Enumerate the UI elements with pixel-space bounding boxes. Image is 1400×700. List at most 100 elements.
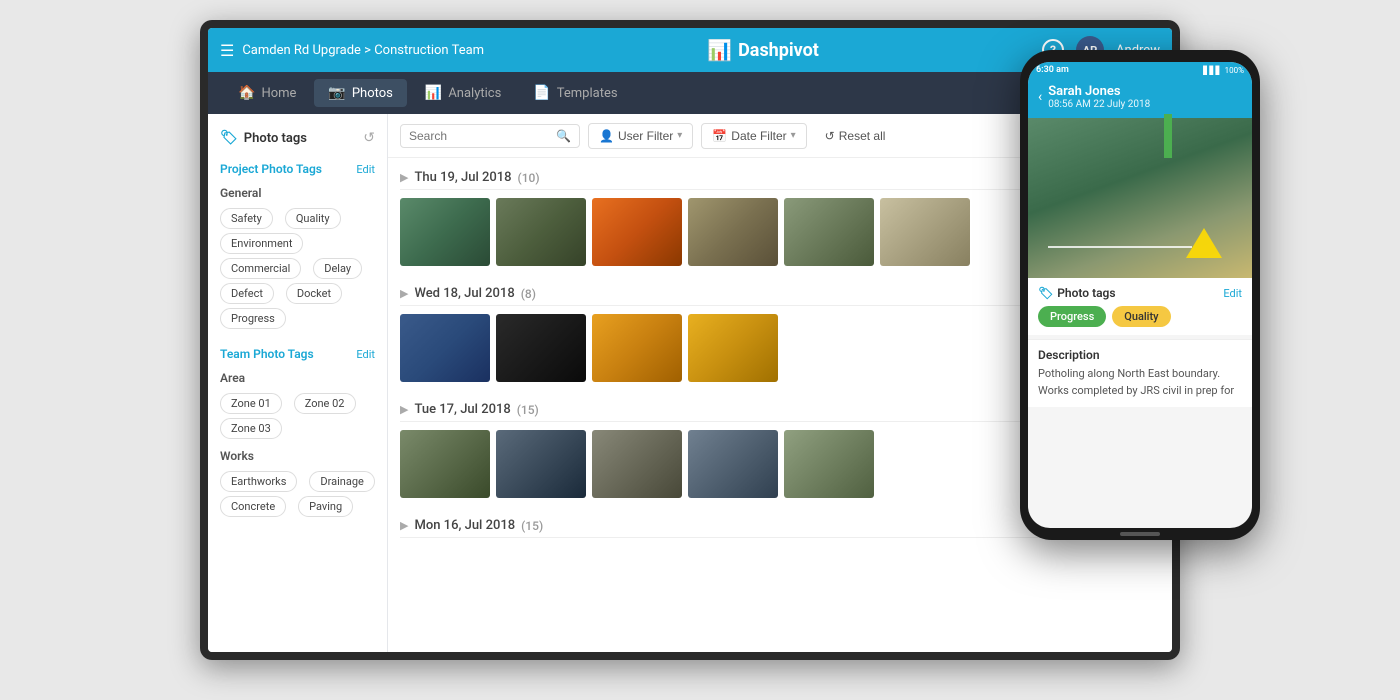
general-tags: Safety Quality Environment Commercial De… — [208, 204, 387, 333]
phone-tags-edit[interactable]: Edit — [1223, 287, 1242, 300]
wifi-icon: ▋▋▋ — [1203, 66, 1221, 75]
tag-earthworks[interactable]: Earthworks — [220, 471, 297, 492]
date-count-1: (10) — [518, 171, 540, 185]
green-accent-bar — [1164, 114, 1172, 158]
expand-icon-3[interactable]: ▶ — [400, 403, 408, 416]
photo-thumb[interactable] — [400, 430, 490, 498]
phone-time: 6:30 am — [1036, 65, 1069, 75]
expand-icon-2[interactable]: ▶ — [400, 287, 408, 300]
photo-thumb[interactable] — [592, 430, 682, 498]
project-tags-edit[interactable]: Edit — [356, 163, 375, 176]
back-icon[interactable]: ‹ — [1038, 89, 1042, 105]
chevron-down-icon-2: ▾ — [791, 130, 796, 141]
date-text-3: Tue 17, Jul 2018 — [414, 402, 510, 417]
phone-header: ‹ Sarah Jones 08:56 AM 22 July 2018 — [1028, 78, 1252, 118]
nav-item-templates[interactable]: 📄 Templates — [519, 79, 631, 107]
photo-thumb[interactable] — [688, 314, 778, 382]
tag-zone02[interactable]: Zone 02 — [294, 393, 356, 414]
search-icon: 🔍 — [556, 129, 571, 143]
team-tags-section: Team Photo Tags Edit — [208, 343, 387, 365]
photo-thumb[interactable] — [400, 314, 490, 382]
phone-status-bar: 6:30 am ▋▋▋ 100% — [1028, 62, 1252, 78]
tag-paving[interactable]: Paving — [298, 496, 353, 517]
phone-device: 6:30 am ▋▋▋ 100% ‹ Sarah Jones 08:56 AM … — [1020, 50, 1260, 540]
nav-item-home-label: Home — [261, 86, 296, 101]
chevron-down-icon: ▾ — [677, 130, 682, 141]
photo-thumb[interactable] — [592, 198, 682, 266]
area-tags: Zone 01 Zone 02 Zone 03 — [208, 389, 387, 443]
phone-tag-pills: Progress Quality — [1038, 306, 1242, 327]
nav-item-home[interactable]: 🏠 Home — [224, 79, 310, 107]
reset-icon: ↺ — [825, 129, 835, 143]
app-name: Dashpivot — [738, 40, 819, 61]
project-tags-section: Project Photo Tags Edit — [208, 158, 387, 180]
reset-button[interactable]: ↺ Reset all — [815, 124, 896, 148]
photo-thumb[interactable] — [784, 198, 874, 266]
phone-user-info: Sarah Jones 08:56 AM 22 July 2018 — [1048, 84, 1242, 110]
tag-quality[interactable]: Quality — [285, 208, 341, 229]
photo-thumb[interactable] — [880, 198, 970, 266]
photo-thumb[interactable] — [688, 430, 778, 498]
tag-pill-progress[interactable]: Progress — [1038, 306, 1106, 327]
tag-progress[interactable]: Progress — [220, 308, 286, 329]
phone-screen: 6:30 am ▋▋▋ 100% ‹ Sarah Jones 08:56 AM … — [1028, 62, 1252, 528]
team-tags-label: Team Photo Tags — [220, 347, 314, 361]
user-filter-button[interactable]: 👤 User Filter ▾ — [588, 123, 693, 149]
tag-safety[interactable]: Safety — [220, 208, 273, 229]
photo-thumb[interactable] — [688, 198, 778, 266]
tag-concrete[interactable]: Concrete — [220, 496, 286, 517]
search-input[interactable] — [409, 129, 550, 143]
tag-environment[interactable]: Environment — [220, 233, 303, 254]
tag-commercial[interactable]: Commercial — [220, 258, 301, 279]
tag-zone03[interactable]: Zone 03 — [220, 418, 282, 439]
phone-status-icons: ▋▋▋ 100% — [1203, 66, 1244, 75]
phone-desc-title: Description — [1038, 348, 1242, 362]
tag-pill-quality[interactable]: Quality — [1112, 306, 1170, 327]
photo-triangle — [1186, 228, 1222, 258]
nav-item-photos-label: Photos — [352, 86, 393, 101]
nav-item-photos[interactable]: 📷 Photos — [314, 79, 406, 107]
tag-docket[interactable]: Docket — [286, 283, 342, 304]
photo-thumb[interactable] — [784, 430, 874, 498]
phone-tags-label: Photo tags — [1057, 286, 1115, 300]
project-tags-label: Project Photo Tags — [220, 162, 322, 176]
photo-line — [1048, 246, 1192, 248]
photo-thumb[interactable] — [592, 314, 682, 382]
sidebar-title: Photo tags — [244, 131, 307, 146]
nav-item-templates-label: Templates — [557, 86, 618, 101]
tag-zone01[interactable]: Zone 01 — [220, 393, 282, 414]
phone-description-section: Description Potholing along North East b… — [1028, 339, 1252, 407]
tag-drainage[interactable]: Drainage — [309, 471, 374, 492]
tag-defect[interactable]: Defect — [220, 283, 274, 304]
phone-user-name: Sarah Jones — [1048, 84, 1242, 99]
photo-thumb[interactable] — [496, 430, 586, 498]
sidebar: 🏷 Photo tags ↺ Project Photo Tags Edit G… — [208, 114, 388, 652]
photo-thumb[interactable] — [496, 314, 586, 382]
area-group-title: Area — [208, 365, 387, 389]
hamburger-icon[interactable]: ☰ — [220, 41, 234, 60]
home-icon: 🏠 — [238, 85, 255, 101]
phone-datetime: 08:56 AM 22 July 2018 — [1048, 99, 1242, 110]
expand-icon-4[interactable]: ▶ — [400, 519, 408, 532]
photo-thumb[interactable] — [496, 198, 586, 266]
top-bar-left: ☰ Camden Rd Upgrade > Construction Team — [220, 41, 484, 60]
phone-photo[interactable] — [1028, 118, 1252, 278]
general-group-title: General — [208, 180, 387, 204]
photo-thumb[interactable] — [400, 198, 490, 266]
team-tags-edit[interactable]: Edit — [356, 348, 375, 361]
refresh-icon[interactable]: ↺ — [363, 130, 375, 146]
date-count-2: (8) — [521, 287, 536, 301]
phone-home-button[interactable] — [1120, 532, 1160, 536]
date-filter-button[interactable]: 📅 Date Filter ▾ — [701, 123, 806, 149]
works-group-title: Works — [208, 443, 387, 467]
expand-icon-1[interactable]: ▶ — [400, 171, 408, 184]
tag-icon: 🏷 — [220, 130, 238, 146]
tag-delay[interactable]: Delay — [313, 258, 362, 279]
battery-icon: 100% — [1225, 66, 1244, 75]
nav-item-analytics[interactable]: 📊 Analytics — [411, 79, 515, 107]
nav-item-analytics-label: Analytics — [448, 86, 501, 101]
bar-chart-icon: 📊 — [707, 38, 732, 62]
date-text-1: Thu 19, Jul 2018 — [414, 170, 511, 185]
calendar-icon: 📅 — [712, 129, 727, 143]
works-tags: Earthworks Drainage Concrete Paving — [208, 467, 387, 521]
